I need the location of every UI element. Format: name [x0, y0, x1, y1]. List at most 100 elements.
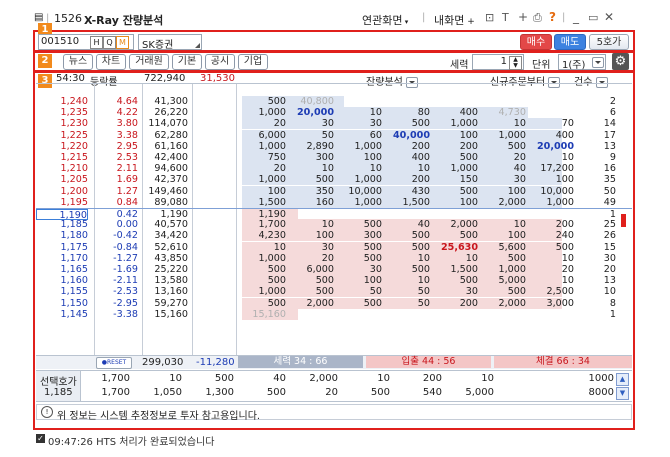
sell-button[interactable]: 매도 [554, 34, 586, 50]
buy-button[interactable]: 매수 [520, 34, 552, 50]
table-row[interactable]: 1,145 -3.38 15,160 15,160 1 [36, 308, 632, 320]
minimize-icon[interactable]: _ [573, 10, 579, 24]
price-cell[interactable]: 1,220 [36, 141, 88, 152]
price-cell[interactable]: 1,205 [36, 174, 88, 185]
table-row[interactable]: 1,185 0.00 40,570 1,700 10 500 40 2,000 10 200 25 [36, 219, 632, 231]
close-icon[interactable]: ✕ [604, 10, 614, 24]
count-cell: 9 [609, 152, 616, 163]
price-cell[interactable]: 1,160 [36, 275, 88, 286]
split-cell: 1,000 [498, 264, 526, 275]
plus-icon[interactable]: + [518, 10, 528, 24]
table-row[interactable]: 1,160 -2.11 13,580 500 500 100 10 500 5,000 10 13 [36, 275, 632, 287]
rate-cell: -2.11 [113, 275, 138, 287]
menu-icon[interactable]: ▤ [34, 12, 43, 23]
quantity-cell: 15,160 [154, 308, 188, 320]
favorite-icon[interactable]: M [116, 36, 129, 49]
my-screen-link[interactable]: 내화면 + [434, 12, 475, 28]
selected-cell: 2,000 [309, 373, 338, 384]
split-cell: 10 [513, 219, 526, 231]
status-bar: ✓ 09:47:26 HTS 처리가 완료되었습니다 [36, 434, 436, 448]
split-cell: 100 [267, 185, 286, 197]
table-row[interactable]: 1,235 4.22 26,220 1,000 20,000 10 80 400 4,730 6 [36, 107, 632, 119]
tab-disclosure[interactable]: 공시 [205, 54, 235, 70]
print-icon[interactable]: ⎙ [533, 11, 542, 25]
strength-stepper[interactable]: 1 ▲ ▼ [472, 54, 524, 70]
history-icon[interactable]: H [90, 36, 103, 49]
selected-label-box: 선택호가 1,185 [36, 371, 81, 401]
gear-icon[interactable]: ⚙ [612, 53, 629, 70]
split-cell: 500 [267, 96, 286, 107]
count-cell: 10 [603, 286, 616, 298]
table-row[interactable]: 1,230 3.80 114,070 20 30 30 500 1,000 10 70 14 [36, 118, 632, 130]
split-cell: 20,000 [536, 140, 574, 152]
tab-company[interactable]: 기업 [238, 54, 268, 70]
split-cell: 240 [555, 230, 574, 242]
screen-code: 1526 [54, 12, 82, 25]
selected-cell: 40 [273, 373, 286, 384]
price-cell[interactable]: 1,170 [36, 253, 88, 264]
price-cell[interactable]: 1,215 [36, 152, 88, 163]
scroll-down-icon[interactable]: ▼ [616, 387, 629, 400]
rate-cell: -0.42 [113, 230, 138, 242]
tab-chart[interactable]: 차트 [96, 54, 126, 70]
maximize-icon[interactable]: ▭ [588, 11, 598, 24]
search-icon[interactable]: Q [103, 36, 116, 49]
table-row[interactable]: 1,240 4.64 41,300 500 40,800 2 [36, 96, 632, 107]
price-cell[interactable]: 1,165 [36, 264, 88, 275]
price-cell[interactable]: 1,240 [36, 96, 88, 107]
price-cell[interactable]: 1,180 [36, 230, 88, 241]
split-cell: 2,000 [306, 297, 334, 309]
table-row[interactable]: 1,150 -2.95 59,270 500 2,000 500 50 200 2,000 3,0… [36, 297, 632, 309]
table-row[interactable]: 1,205 1.69 42,370 1,000 500 1,000 200 150 30 100 3… [36, 174, 632, 186]
text-size-icon[interactable]: T [502, 11, 509, 24]
broker-select[interactable]: SK증권 [138, 34, 202, 51]
quantity-cell: 149,460 [148, 185, 188, 197]
price-cell[interactable]: 1,145 [36, 309, 88, 320]
count-cell: 25 [603, 219, 616, 231]
status-text: 09:47:26 HTS 처리가 완료되었습니다 [48, 437, 215, 448]
price-cell[interactable]: 1,200 [36, 186, 88, 197]
unit-select[interactable]: 1(주) [558, 54, 606, 71]
price-cell[interactable]: 1,235 [36, 107, 88, 118]
table-row[interactable]: 1,215 2.53 42,400 750 300 100 400 500 20 10 9 [36, 152, 632, 163]
price-cell[interactable]: 1,225 [36, 130, 88, 141]
table-row[interactable]: 1,200 1.27 149,460 100 350 10,000 430 500 100 10,… [36, 185, 632, 197]
table-row[interactable]: 1,155 -2.53 13,160 1,000 500 50 50 30 500 2,500 10 [36, 286, 632, 298]
split-cell: 500 [411, 118, 430, 130]
table-row[interactable]: 1,170 -1.27 43,850 1,000 20 500 10 10 500 10 30 [36, 252, 632, 264]
five-quote-button[interactable]: 5호가 [589, 34, 629, 50]
table-row[interactable]: 1,165 -1.69 25,220 500 6,000 30 500 1,500 1,000 2… [36, 264, 632, 275]
price-cell[interactable]: 1,195 [36, 197, 88, 208]
split-cell: 500 [555, 241, 574, 253]
stock-code-input[interactable]: 001510 H Q M [38, 34, 134, 50]
tab-news[interactable]: 뉴스 [63, 54, 93, 70]
table-row[interactable]: 1,180 -0.42 34,420 4,230 100 300 500 500 100 240 2… [36, 230, 632, 242]
table-row[interactable]: 1,210 2.11 94,600 20 10 10 10 1,000 40 17,200 16 [36, 163, 632, 175]
price-cell[interactable]: 1,150 [36, 298, 88, 309]
footer-total: 299,030 [142, 357, 184, 368]
price-cell[interactable]: 1,210 [36, 163, 88, 174]
tab-strip: 뉴스 차트 거래원 기본 공시 기업 [38, 54, 298, 70]
chevron-down-icon[interactable] [592, 57, 604, 68]
split-cell: 10 [321, 163, 334, 175]
selected-row-2: 1,700 1,050 1,300 500 20 500 540 5,000 8000 [80, 387, 614, 399]
table-row[interactable]: 1,225 3.38 62,280 6,000 50 60 40,000 100 1,000 40… [36, 129, 632, 141]
table-row[interactable]: 1,195 0.84 89,080 1,500 160 1,000 1,500 100 2,00… [36, 196, 632, 208]
price-cell[interactable]: 1,175 [36, 242, 88, 253]
stepper-arrows-icon[interactable]: ▲ ▼ [509, 56, 522, 70]
tab-broker[interactable]: 거래원 [129, 54, 169, 70]
split-cell: 1,500 [258, 196, 286, 208]
rate-cell: -2.53 [113, 286, 138, 298]
scroll-up-icon[interactable]: ▲ [616, 373, 629, 386]
help-icon[interactable]: ? [549, 10, 556, 24]
price-cell[interactable]: 1,230 [36, 118, 88, 129]
table-row[interactable]: 1,175 -0.84 52,610 10 30 500 500 25,630 5,600 500… [36, 241, 632, 253]
pin-icon[interactable]: ⊡ [485, 11, 494, 24]
reset-button[interactable]: ●RESET [96, 357, 132, 369]
related-screen-link[interactable]: 연관화면 ▾ [362, 12, 408, 28]
table-row[interactable]: 1,220 2.95 61,160 1,000 2,890 1,000 200 200 500 2… [36, 140, 632, 152]
price-cell[interactable]: 1,155 [36, 286, 88, 297]
price-cell[interactable]: 1,185 [36, 219, 88, 230]
dropdown-corner-icon [195, 43, 200, 48]
tab-basic[interactable]: 기본 [172, 54, 202, 70]
